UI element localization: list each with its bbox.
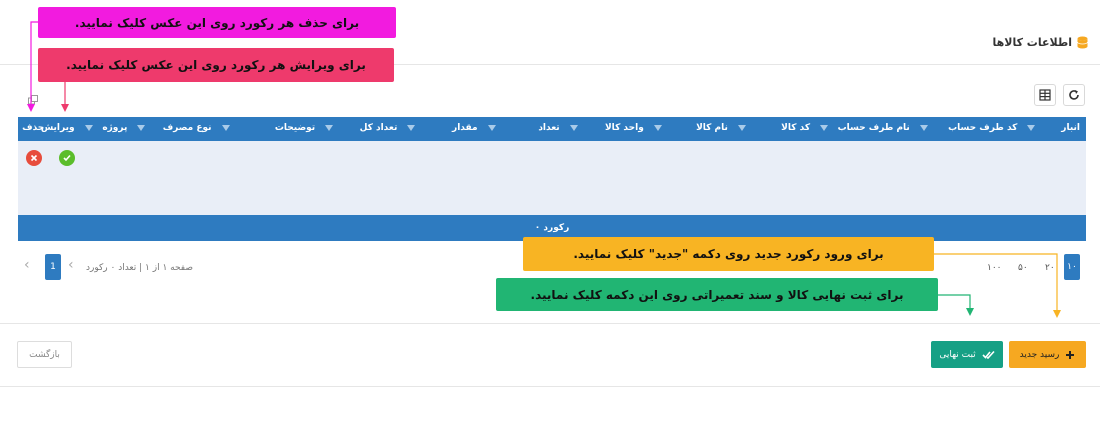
- callout-arrows: [27, 21, 1061, 318]
